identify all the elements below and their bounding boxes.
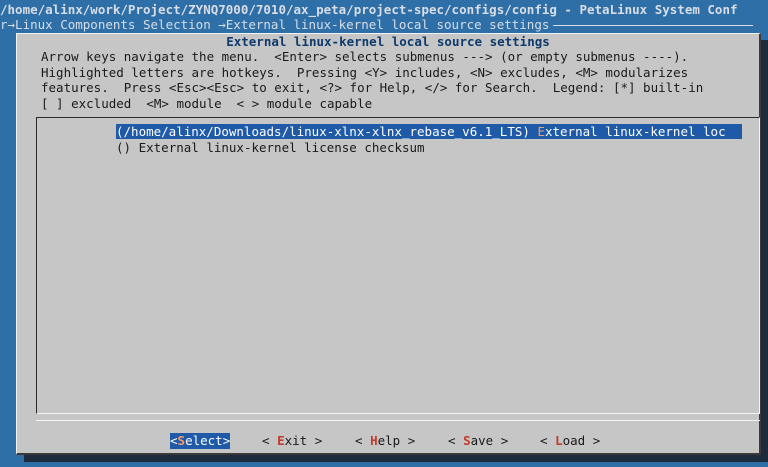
dialog-title: External linux-kernel local source setti… [226,34,550,49]
menu-item-hotkey: E [537,124,545,139]
breadcrumb-text: r→Linux Components Selection →External l… [0,17,550,32]
select-button-hotkey: S [177,433,186,448]
load-button-open: < [540,433,556,448]
help-button[interactable]: < Help > [355,433,415,449]
dialog-shadow-right [761,40,768,458]
breadcrumb-rule [553,25,754,26]
save-button-open: < [448,433,464,448]
breadcrumb: r→Linux Components Selection →External l… [0,16,768,33]
select-button-rest: elect> [185,433,231,448]
load-button-rest: oad > [562,433,601,448]
help-line: [ ] excluded <M> module < > module capab… [41,95,373,111]
help-button-open: < [355,433,371,448]
save-button[interactable]: < Save > [448,433,508,449]
help-text: Arrow keys navigate the menu. <Enter> se… [41,49,741,111]
dialog-shadow-bottom [24,455,768,462]
menu-item-label: External linux-kernel license checksum [138,140,425,155]
select-button[interactable]: <Select> [170,433,231,449]
menu-item-license-checksum[interactable]: () External linux-kernel license checksu… [116,140,425,155]
help-line: features. Press <Esc><Esc> to exit, <?> … [41,80,704,95]
load-button[interactable]: < Load > [540,433,600,449]
menu-item-value: (/home/alinx/Downloads/linux-xlnx-xlnx_r… [116,124,530,139]
menuconfig-dialog: External linux-kernel local source setti… [16,33,761,455]
menu-item-value: () [116,140,132,155]
help-line: Highlighted letters are hotkeys. Pressin… [41,64,689,80]
select-button-open: < [170,433,178,448]
menu-bottom-border [36,420,760,421]
load-button-hotkey: L [555,433,563,448]
help-button-rest: elp > [377,433,416,448]
menu-item-kernel-source-path[interactable]: (/home/alinx/Downloads/linux-xlnx-xlnx_r… [116,124,742,139]
button-bar: <Select> < Exit > < Help > < Save > < Lo… [17,433,762,449]
exit-button-open: < [262,433,278,448]
terminal-window: /home/alinx/work/Project/ZYNQ7000/7010/a… [0,0,768,467]
help-button-hotkey: H [370,433,378,448]
exit-button-rest: xit > [284,433,323,448]
save-button-hotkey: S [463,433,471,448]
save-button-rest: ave > [470,433,509,448]
exit-button-hotkey: E [277,433,285,448]
menu-item-label: xternal linux-kernel loc [544,124,726,139]
exit-button[interactable]: < Exit > [262,433,322,449]
help-line: Arrow keys navigate the menu. <Enter> se… [41,49,689,64]
menu-list: (/home/alinx/Downloads/linux-xlnx-xlnx_r… [36,117,760,414]
